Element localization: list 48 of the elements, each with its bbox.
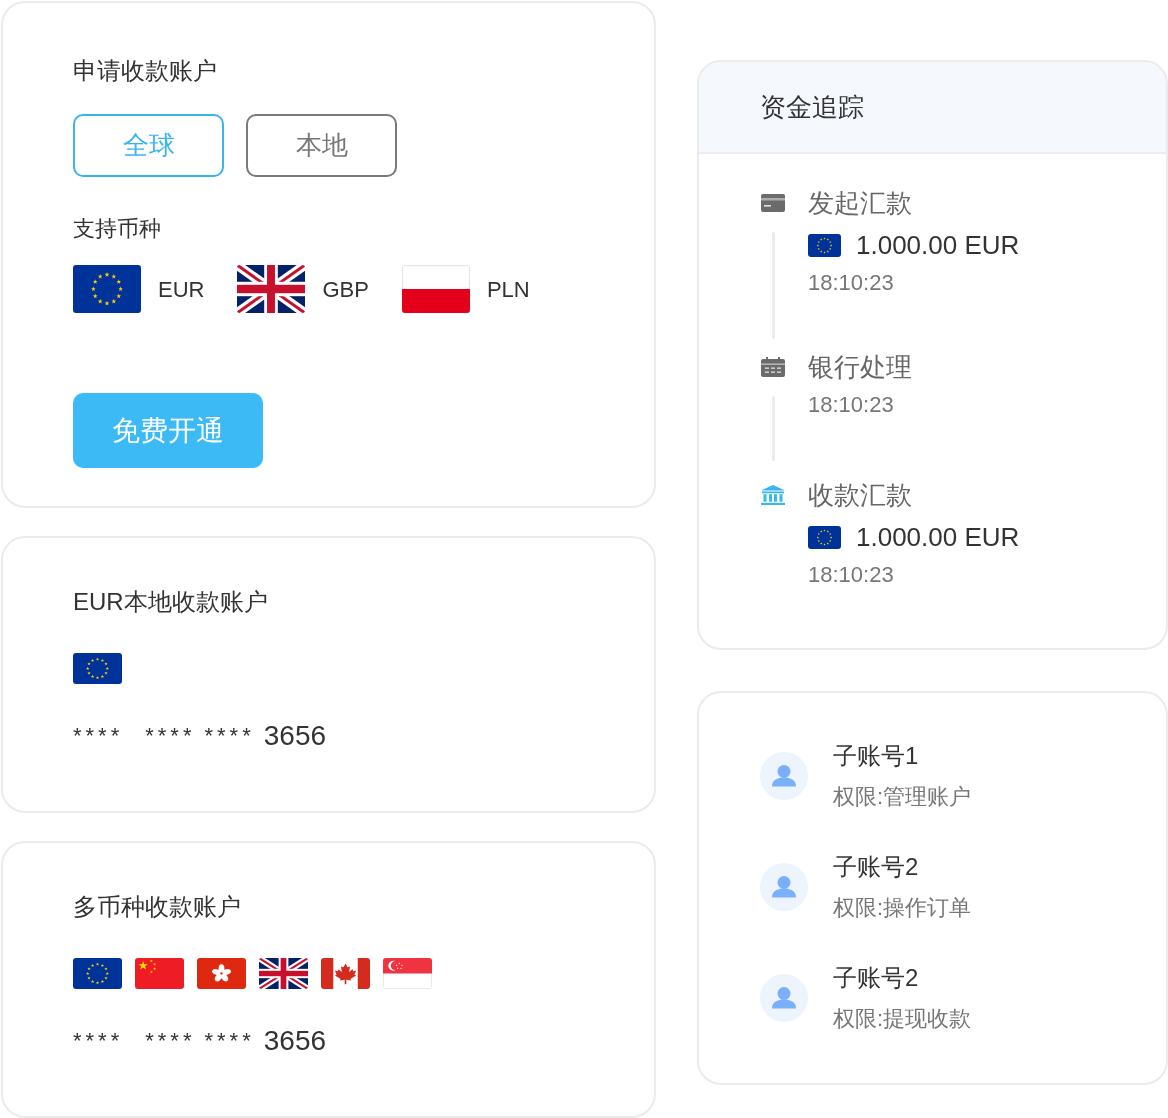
eu-flag-icon — [73, 958, 122, 990]
user-avatar-icon — [760, 863, 808, 911]
user-avatar-icon — [760, 752, 808, 800]
masked-digits: **** — [73, 721, 124, 750]
card-title: EUR本地收款账户 — [73, 586, 269, 617]
masked-digits: **** — [204, 721, 255, 750]
eu-flag-icon — [73, 652, 122, 684]
sub-account-name: 子账号1 — [833, 741, 920, 771]
sub-account-name: 子账号2 — [833, 963, 920, 993]
card-title: 资金追踪 — [760, 91, 864, 124]
permission-text: 权限:提现收款 — [833, 1005, 972, 1033]
section-label: 支持币种 — [73, 215, 162, 243]
step-time: 18:10:23 — [808, 269, 895, 297]
step-time: 18:10:23 — [808, 561, 895, 589]
card-title: 申请收款账户 — [73, 56, 218, 86]
permission-text: 权限:操作订单 — [833, 894, 972, 922]
currency-code: EUR — [158, 275, 205, 304]
user-avatar-icon — [760, 974, 808, 1022]
canada-flag-icon — [321, 958, 370, 990]
card-last-digits: 3656 — [263, 718, 327, 753]
masked-digits: **** — [145, 1027, 196, 1056]
step-title: 银行处理 — [808, 351, 912, 384]
amount-text: 1.000.00 EUR — [856, 229, 1020, 262]
uk-flag-icon — [259, 958, 308, 990]
region-tab[interactable]: 本地 — [246, 114, 397, 177]
eu-flag-icon — [808, 233, 841, 257]
step-time: 18:10:23 — [808, 391, 895, 419]
card-title: 多币种收款账户 — [73, 892, 242, 923]
masked-digits: **** — [73, 1027, 124, 1056]
poland-flag-icon — [401, 265, 470, 313]
currency-code: PLN — [486, 275, 530, 304]
permission-text: 权限:管理账户 — [833, 783, 972, 811]
masked-digits: **** — [204, 1027, 255, 1056]
step-title: 发起汇款 — [808, 187, 913, 220]
eu-flag-icon — [73, 265, 141, 313]
amount-text: 1.000.00 EUR — [856, 521, 1020, 554]
open-account-button[interactable]: 免费开通 — [73, 393, 263, 468]
singapore-flag-icon — [383, 958, 432, 990]
currency-code: GBP — [322, 275, 369, 304]
eu-flag-icon — [808, 525, 841, 549]
sub-account-name: 子账号2 — [833, 852, 920, 882]
step-title: 收款汇款 — [808, 479, 913, 512]
china-flag-icon — [135, 958, 184, 990]
hong-kong-flag-icon — [197, 958, 246, 990]
uk-flag-icon — [237, 265, 306, 313]
card-last-digits: 3656 — [263, 1024, 327, 1059]
masked-digits: **** — [145, 721, 196, 750]
region-tab[interactable]: 全球 — [73, 114, 224, 177]
